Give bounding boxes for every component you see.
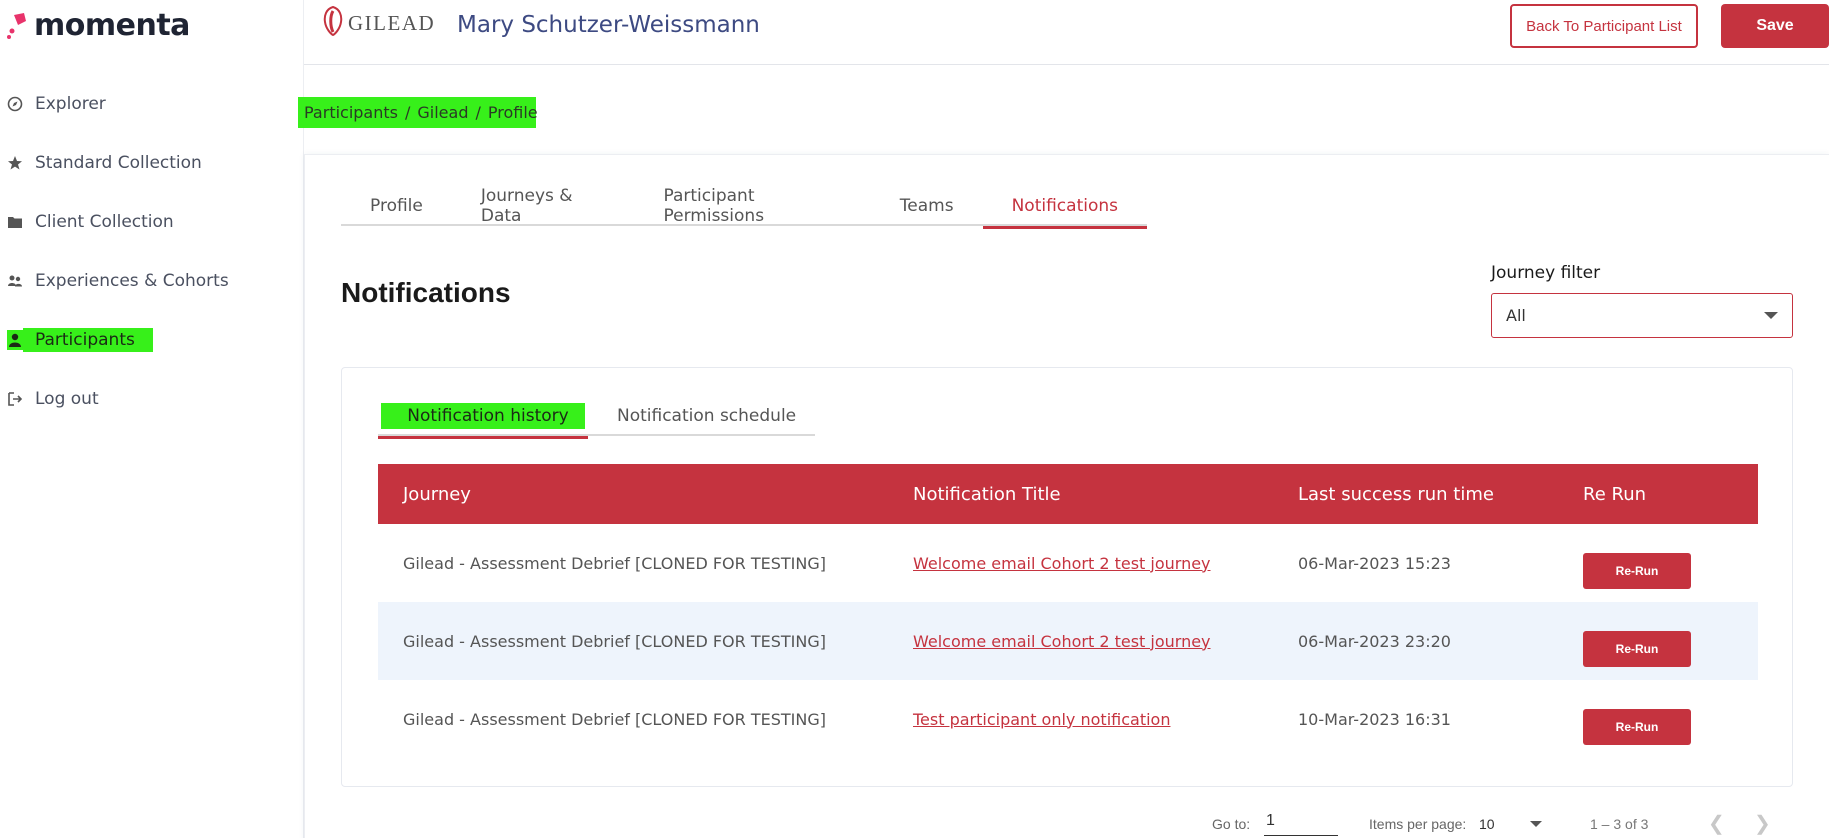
- sidebar-nav: Explorer Standard Collection Client Coll…: [0, 74, 300, 428]
- sidebar-item-standard-collection[interactable]: Standard Collection: [0, 133, 300, 192]
- table-row: Gilead - Assessment Debrief [CLONED FOR …: [378, 680, 1758, 758]
- goto-page-input[interactable]: [1264, 806, 1338, 836]
- notification-history-table: Journey Notification Title Last success …: [378, 464, 1758, 758]
- chevron-down-icon[interactable]: [1530, 821, 1542, 827]
- run-time-cell: 06-Mar-2023 23:20: [1298, 631, 1451, 651]
- user-icon: [7, 332, 23, 348]
- column-header-journey: Journey: [403, 483, 471, 505]
- previous-page-icon[interactable]: ❮: [1708, 814, 1725, 834]
- breadcrumb: Participants / Gilead / Profile: [298, 97, 538, 128]
- items-per-page-select[interactable]: 10: [1479, 816, 1495, 832]
- breadcrumb-item: Profile: [487, 103, 538, 122]
- momenta-logo-icon: [6, 11, 28, 41]
- journey-cell: Gilead - Assessment Debrief [CLONED FOR …: [403, 553, 826, 573]
- folder-icon: [7, 214, 23, 230]
- journey-filter-select[interactable]: All: [1491, 293, 1793, 338]
- journey-cell: Gilead - Assessment Debrief [CLONED FOR …: [403, 709, 826, 729]
- gilead-logo-icon: [322, 5, 344, 41]
- participant-card: Profile Journeys & Data Participant Perm…: [304, 154, 1829, 838]
- header: GILEAD Mary Schutzer-Weissmann Back To P…: [304, 0, 1829, 65]
- sidebar-item-participants[interactable]: Participants: [0, 310, 300, 369]
- run-time-cell: 06-Mar-2023 15:23: [1298, 553, 1451, 573]
- chevron-down-icon: [1764, 312, 1778, 319]
- logo[interactable]: momenta: [6, 8, 190, 43]
- re-run-button[interactable]: Re-Run: [1583, 709, 1691, 745]
- tab-journeys-data[interactable]: Journeys & Data: [452, 185, 635, 226]
- breadcrumb-separator: /: [404, 103, 411, 122]
- sidebar-item-label: Explorer: [35, 93, 106, 114]
- sidebar-item-label: Log out: [35, 388, 99, 409]
- notification-subtabs: Notification history Notification schedu…: [378, 396, 815, 439]
- journey-filter-label: Journey filter: [1491, 263, 1601, 283]
- sidebar-item-label: Client Collection: [35, 211, 174, 232]
- client-brand-text: GILEAD: [348, 11, 436, 35]
- sidebar-item-client-collection[interactable]: Client Collection: [0, 192, 300, 251]
- tab-notification-schedule[interactable]: Notification schedule: [588, 396, 796, 436]
- tab-notifications[interactable]: Notifications: [982, 185, 1148, 229]
- run-time-cell: 10-Mar-2023 16:31: [1298, 709, 1451, 729]
- re-run-button[interactable]: Re-Run: [1583, 631, 1691, 667]
- star-icon: [7, 155, 23, 171]
- save-button[interactable]: Save: [1721, 4, 1829, 48]
- participants-icon-wrap: [7, 329, 23, 350]
- tab-profile[interactable]: Profile: [341, 185, 452, 226]
- client-brand: GILEAD: [322, 5, 436, 41]
- breadcrumb-item[interactable]: Participants: [304, 103, 398, 122]
- sidebar-item-label: Participants: [23, 327, 153, 352]
- profile-tabs: Profile Journeys & Data Participant Perm…: [341, 185, 1148, 229]
- tab-participant-permissions[interactable]: Participant Permissions: [635, 185, 871, 226]
- next-page-icon[interactable]: ❯: [1754, 814, 1771, 834]
- tab-teams[interactable]: Teams: [871, 185, 983, 226]
- section-title: Notifications: [341, 277, 511, 308]
- items-per-page-label: Items per page:: [1369, 816, 1467, 832]
- sidebar-item-explorer[interactable]: Explorer: [0, 74, 300, 133]
- journey-filter-value: All: [1506, 306, 1526, 325]
- re-run-button[interactable]: Re-Run: [1583, 553, 1691, 589]
- tab-label: Notification history: [381, 403, 585, 429]
- column-header-notification-title: Notification Title: [913, 483, 1061, 505]
- logout-icon: [7, 391, 23, 407]
- pagination: Go to: Items per page: 10 1 – 3 of 3 ❮ ❯: [1212, 806, 1829, 838]
- tab-notification-history[interactable]: Notification history: [378, 396, 588, 439]
- notifications-panel: Notification history Notification schedu…: [341, 367, 1793, 787]
- column-header-last-success-run-time: Last success run time: [1298, 483, 1494, 505]
- notification-title-link[interactable]: Welcome email Cohort 2 test journey: [913, 632, 1211, 651]
- goto-label: Go to:: [1212, 816, 1251, 832]
- compass-icon: [7, 96, 23, 112]
- sidebar-item-logout[interactable]: Log out: [0, 369, 300, 428]
- logo-text: momenta: [34, 8, 190, 43]
- notification-title-link[interactable]: Welcome email Cohort 2 test journey: [913, 554, 1211, 573]
- column-header-re-run: Re Run: [1583, 483, 1647, 505]
- breadcrumb-separator: /: [475, 103, 481, 122]
- table-row: Gilead - Assessment Debrief [CLONED FOR …: [378, 602, 1758, 680]
- table-header: Journey Notification Title Last success …: [378, 464, 1758, 524]
- table-row: Gilead - Assessment Debrief [CLONED FOR …: [378, 524, 1758, 602]
- users-icon: [7, 273, 23, 289]
- notification-title-link[interactable]: Test participant only notification: [913, 710, 1170, 729]
- breadcrumb-item[interactable]: Gilead: [417, 103, 468, 122]
- pagination-range: 1 – 3 of 3: [1590, 816, 1649, 832]
- back-to-participant-list-button[interactable]: Back To Participant List: [1510, 4, 1698, 48]
- sidebar-item-experiences-cohorts[interactable]: Experiences & Cohorts: [0, 251, 300, 310]
- sidebar-item-label: Experiences & Cohorts: [35, 270, 229, 291]
- participant-name: Mary Schutzer-Weissmann: [457, 12, 760, 38]
- journey-cell: Gilead - Assessment Debrief [CLONED FOR …: [403, 631, 826, 651]
- sidebar: momenta Explorer Standard Collection Cli…: [0, 0, 304, 838]
- sidebar-item-label: Standard Collection: [35, 152, 202, 173]
